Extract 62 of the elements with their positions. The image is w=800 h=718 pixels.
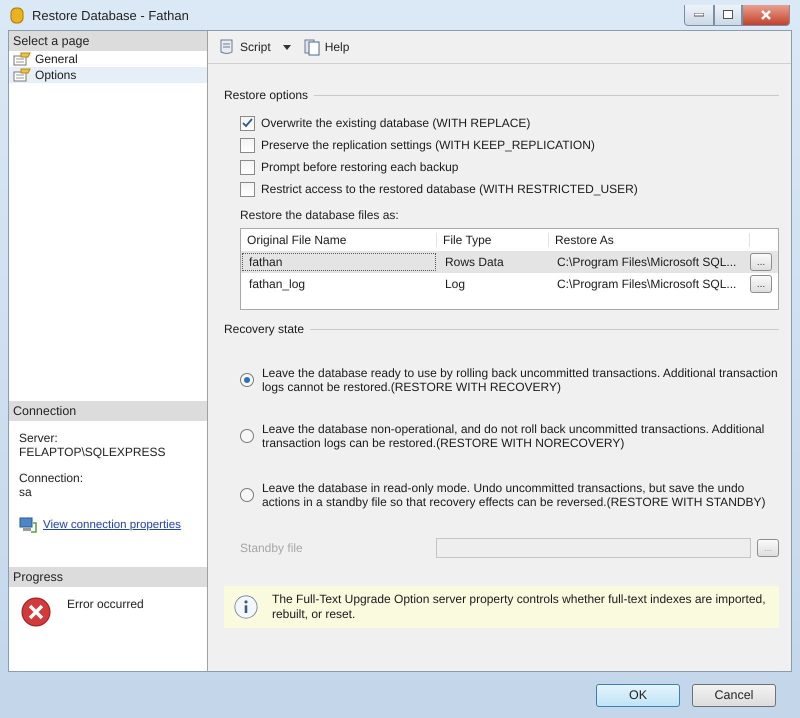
page-icon [13, 68, 31, 82]
checkbox[interactable] [240, 160, 255, 174]
server-value: FELAPTOP\SQLEXPRESS [18, 445, 167, 459]
error-icon [21, 597, 51, 627]
minimize-button[interactable] [684, 4, 714, 26]
browse-button[interactable]: ... [750, 253, 772, 271]
table-cell-text: C:\Program Files\Microsoft SQL... [556, 277, 738, 291]
checkbox[interactable] [240, 182, 255, 196]
minimize-icon [694, 12, 704, 16]
close-icon [761, 10, 771, 20]
table-row[interactable]: fathan Rows Data C:\Program Files\Microsoft SQL... ... [241, 251, 778, 273]
window-title: Restore Database - Fathan [32, 8, 190, 22]
option-checkbox[interactable]: Overwrite the existing database (WITH REPLACE) [224, 112, 779, 134]
ok-button[interactable]: OK [596, 684, 680, 706]
standby-file-label: Standby file [240, 541, 304, 555]
recovery-option[interactable]: Leave the database ready to use by rolling back uncommitted transactions. Additional transaction logs cannot be restored.(RESTORE WITH RECOVERY) [224, 352, 779, 408]
checkbox[interactable] [240, 138, 255, 152]
column-header[interactable]: Original File Name [241, 233, 437, 247]
section-header: Select a page [9, 31, 207, 51]
server-label: Server: [18, 430, 59, 445]
progress-status: Error occurred [67, 597, 144, 613]
close-button[interactable] [742, 4, 790, 26]
database-icon [10, 6, 24, 24]
maximize-button[interactable] [714, 4, 742, 26]
recovery-option[interactable]: Leave the database non-operational, and do not roll back uncommitted transactions. Additional transaction logs can be restored.(RESTORE WITH NORECOVERY) [224, 408, 779, 464]
table-cell-text: fathan_log [248, 277, 306, 291]
option-checkbox[interactable]: Prompt before restoring each backup [224, 156, 779, 178]
column-header[interactable]: File Type [437, 233, 549, 247]
browse-button[interactable]: ... [750, 275, 772, 293]
group-title: Restore options [224, 88, 308, 102]
maximize-icon [723, 10, 733, 19]
connection-value: sa [18, 485, 33, 499]
table-cell: fathan [241, 252, 437, 272]
sidebar-item[interactable]: General [9, 51, 207, 67]
recovery-option[interactable]: Leave the database in read-only mode. Undo uncommitted transactions, but save the undo actions in a standby file so that recovery effects can be reversed.(RESTORE WITH STANDBY) [224, 464, 779, 526]
radio-button[interactable] [240, 429, 254, 443]
table-cell-text: Log [444, 277, 466, 291]
checkbox[interactable] [240, 116, 255, 130]
table-cell-text: Rows Data [444, 255, 505, 269]
info-message: The Full-Text Upgrade Option server property controls whether full-text indexes are imported, rebuilt, or reset. [272, 592, 767, 622]
table-caption: Restore the database files as: [239, 207, 400, 222]
section-header: Connection [9, 401, 207, 421]
page-icon [13, 52, 31, 66]
script-button[interactable]: Script [216, 36, 273, 58]
section-header: Progress [9, 567, 207, 587]
connection-label: Connection: [18, 470, 84, 485]
sidebar-item[interactable]: Options [9, 67, 207, 83]
radio-button[interactable] [240, 373, 254, 387]
pages-icon [302, 38, 321, 56]
info-icon [234, 593, 258, 621]
computer-icon [19, 517, 37, 533]
column-header[interactable]: Restore As [549, 233, 750, 247]
dropdown-caret-icon[interactable] [282, 44, 291, 50]
table-cell-text: C:\Program Files\Microsoft SQL... [556, 255, 738, 269]
radio-button[interactable] [240, 488, 254, 502]
option-checkbox[interactable]: Preserve the replication settings (WITH KEEP_REPLICATION) [224, 134, 779, 156]
help-button[interactable]: Help [300, 36, 352, 58]
option-checkbox[interactable]: Restrict access to the restored database (WITH RESTRICTED_USER) [224, 178, 779, 200]
cancel-button[interactable]: Cancel [692, 684, 776, 706]
connection-properties-link[interactable]: View connection properties [43, 519, 181, 531]
group-title: Recovery state [224, 322, 304, 336]
checkmark-icon [242, 118, 253, 128]
